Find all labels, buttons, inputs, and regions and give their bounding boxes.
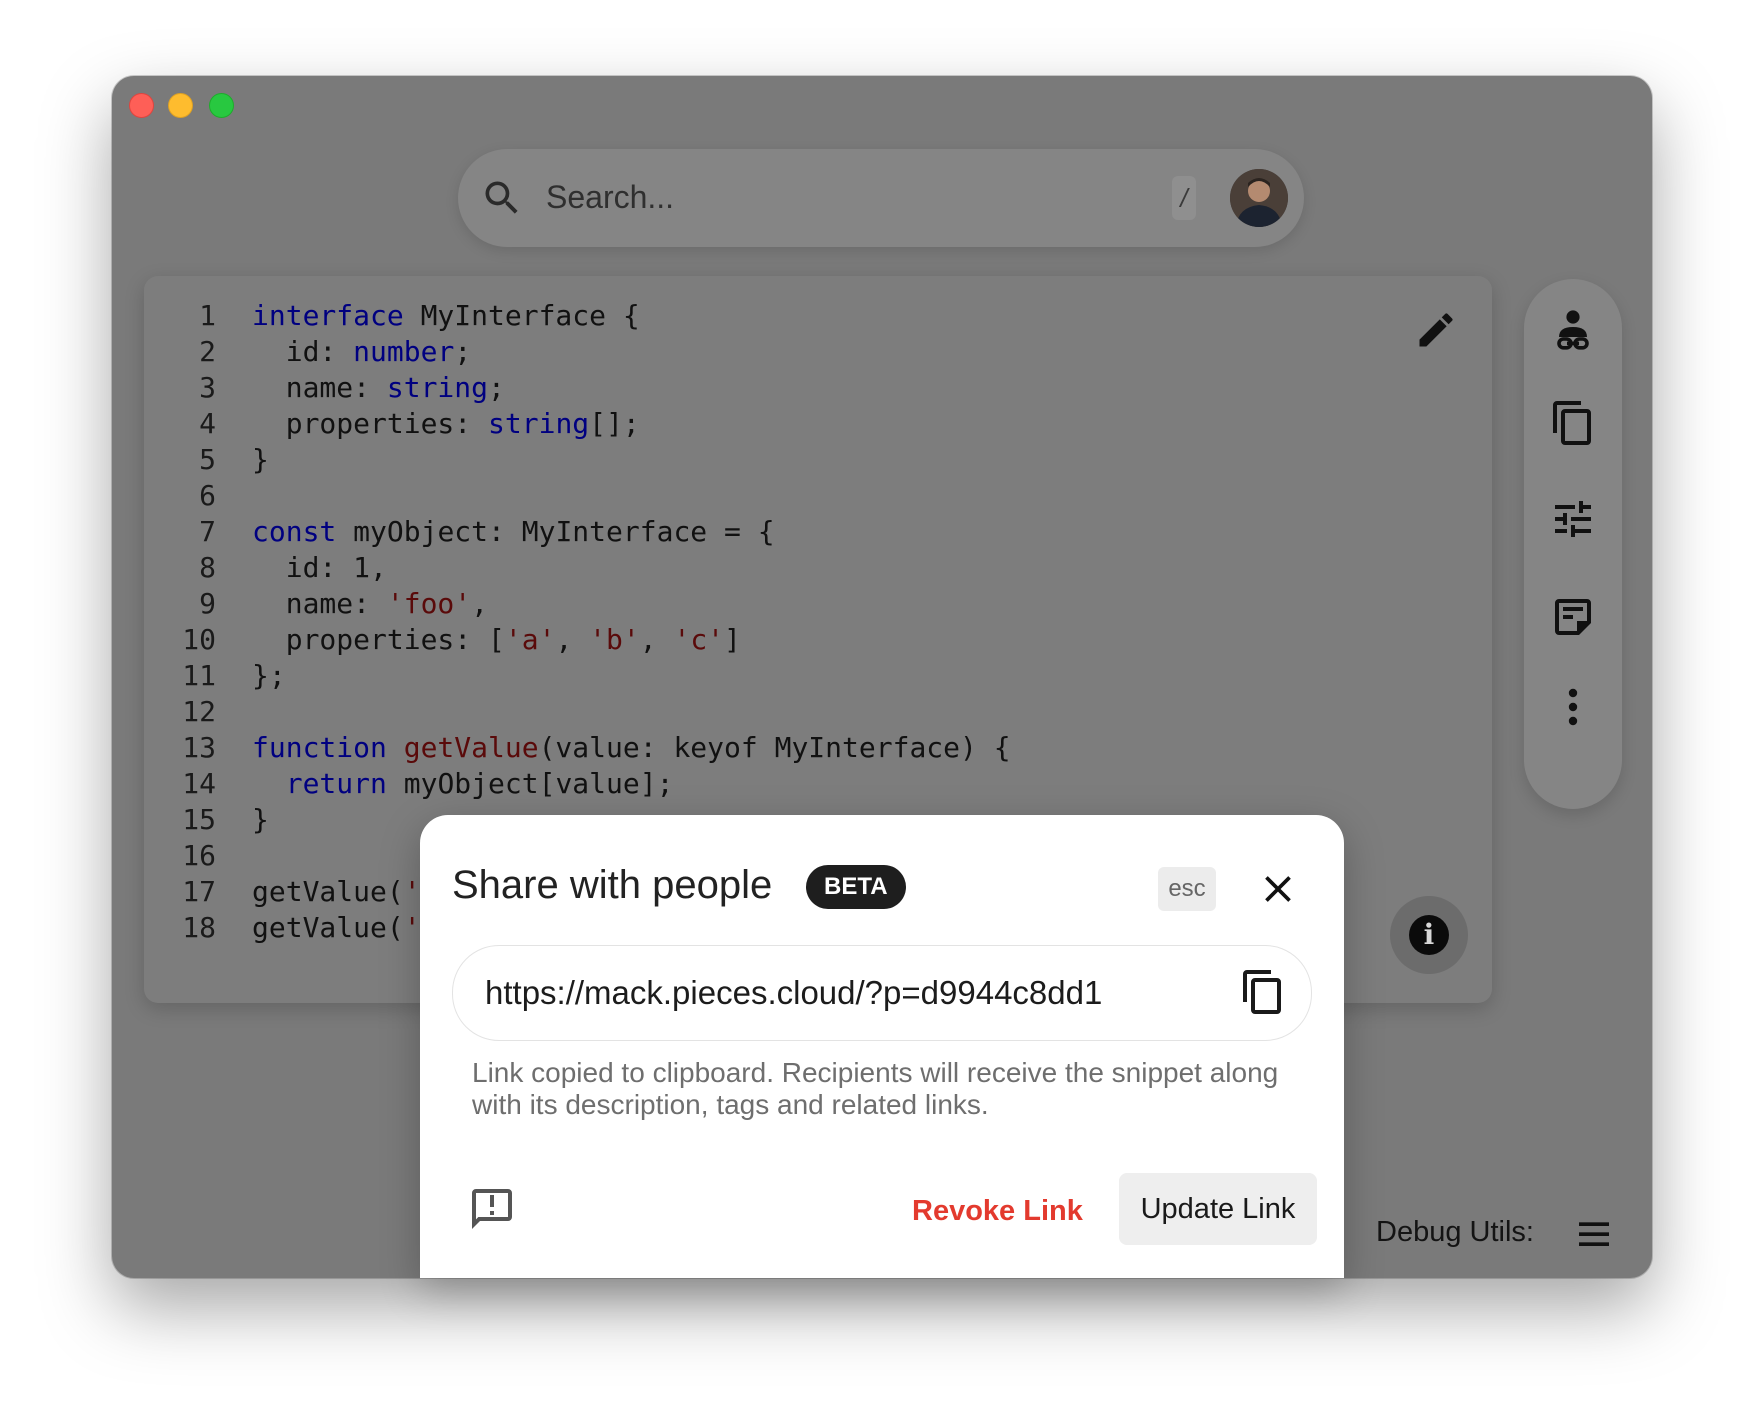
beta-badge: BETA bbox=[806, 865, 906, 909]
line-number: 7 bbox=[199, 515, 216, 548]
share-dialog: Share with people BETA esc https://mack.… bbox=[420, 815, 1344, 1278]
code-text: name: 'foo', bbox=[252, 587, 489, 620]
minimize-window-button[interactable] bbox=[168, 93, 193, 118]
line-number: 8 bbox=[199, 551, 216, 584]
line-number: 11 bbox=[182, 659, 216, 692]
update-link-button[interactable]: Update Link bbox=[1119, 1173, 1317, 1245]
code-line: 2 id: number; bbox=[164, 334, 1011, 370]
copy-link-icon[interactable] bbox=[1239, 968, 1287, 1016]
debug-utils-label: Debug Utils: bbox=[1376, 1216, 1534, 1248]
line-number: 3 bbox=[199, 371, 216, 404]
line-number: 12 bbox=[182, 695, 216, 728]
search-input[interactable]: Search... bbox=[546, 179, 674, 216]
code-line: 11}; bbox=[164, 658, 1011, 694]
revoke-link-button[interactable]: Revoke Link bbox=[890, 1175, 1105, 1247]
line-number: 17 bbox=[182, 875, 216, 908]
code-line: 4 properties: string[]; bbox=[164, 406, 1011, 442]
more-vert-icon[interactable] bbox=[1549, 683, 1597, 731]
info-icon: i bbox=[1409, 915, 1449, 955]
code-text: } bbox=[252, 443, 269, 476]
line-number: 9 bbox=[199, 587, 216, 620]
line-number: 10 bbox=[182, 623, 216, 656]
code-text: interface MyInterface { bbox=[252, 299, 640, 332]
copy-icon[interactable] bbox=[1549, 399, 1597, 447]
code-text: }; bbox=[252, 659, 286, 692]
line-number: 5 bbox=[199, 443, 216, 476]
code-line: 3 name: string; bbox=[164, 370, 1011, 406]
share-link-field[interactable]: https://mack.pieces.cloud/?p=d9944c8dd1 bbox=[452, 945, 1312, 1041]
line-number: 16 bbox=[182, 839, 216, 872]
search-shortcut-key: / bbox=[1172, 176, 1196, 220]
side-action-rail bbox=[1524, 279, 1622, 809]
code-text: getValue('i bbox=[252, 875, 437, 908]
code-text: id: number; bbox=[252, 335, 472, 368]
avatar[interactable] bbox=[1230, 169, 1288, 227]
line-number: 6 bbox=[199, 479, 216, 512]
close-window-button[interactable] bbox=[129, 93, 154, 118]
edit-pencil-icon[interactable] bbox=[1414, 308, 1458, 352]
feedback-icon[interactable] bbox=[468, 1185, 516, 1233]
line-number: 18 bbox=[182, 911, 216, 944]
code-line: 7 const myObject: MyInterface = { bbox=[164, 514, 1011, 550]
code-text: id: 1, bbox=[252, 551, 387, 584]
maximize-window-button[interactable] bbox=[209, 93, 234, 118]
code-text: return myObject[value]; bbox=[285, 767, 674, 800]
menu-icon[interactable] bbox=[1574, 1214, 1614, 1254]
line-number: 15 bbox=[182, 803, 216, 836]
code-line: 8 id: 1, bbox=[164, 550, 1011, 586]
line-number: 14 bbox=[182, 767, 216, 800]
note-icon[interactable] bbox=[1549, 593, 1597, 641]
code-line: 9 name: 'foo', bbox=[164, 586, 1011, 622]
code-text: } bbox=[252, 803, 269, 836]
code-text: const myObject: MyInterface = { bbox=[252, 515, 775, 548]
code-line: 12 bbox=[164, 694, 1011, 730]
share-description: Link copied to clipboard. Recipients wil… bbox=[472, 1057, 1279, 1120]
line-number: 4 bbox=[199, 407, 216, 440]
code-text: properties: string[]; bbox=[252, 407, 640, 440]
close-icon[interactable] bbox=[1256, 867, 1300, 911]
code-line: 10 properties: ['a', 'b', 'c'] bbox=[164, 622, 1011, 658]
code-line: 14 return myObject[value]; bbox=[164, 766, 1011, 802]
share-person-icon[interactable] bbox=[1549, 307, 1597, 355]
line-number: 2 bbox=[199, 335, 216, 368]
code-text: properties: ['a', 'b', 'c'] bbox=[252, 623, 741, 656]
search-icon bbox=[485, 181, 518, 214]
code-text: getValue('n bbox=[252, 911, 437, 944]
dialog-title: Share with people bbox=[452, 863, 773, 907]
code-line: 13 function getValue(value: keyof MyInter… bbox=[164, 730, 1011, 766]
code-line: 1 interface MyInterface { bbox=[164, 298, 1011, 334]
code-text: function getValue(value: keyof MyInterfa… bbox=[252, 731, 1011, 764]
esc-key-hint: esc bbox=[1158, 867, 1216, 911]
share-link-text[interactable]: https://mack.pieces.cloud/?p=d9944c8dd1 bbox=[485, 974, 1102, 1012]
line-number: 1 bbox=[199, 299, 216, 332]
code-line: 5} bbox=[164, 442, 1011, 478]
search-bar[interactable]: Search... / bbox=[458, 149, 1304, 247]
line-number: 13 bbox=[182, 731, 216, 764]
code-line: 6 bbox=[164, 478, 1011, 514]
tune-icon[interactable] bbox=[1549, 495, 1597, 543]
code-text: name: string; bbox=[252, 371, 505, 404]
info-button[interactable]: i bbox=[1390, 896, 1468, 974]
